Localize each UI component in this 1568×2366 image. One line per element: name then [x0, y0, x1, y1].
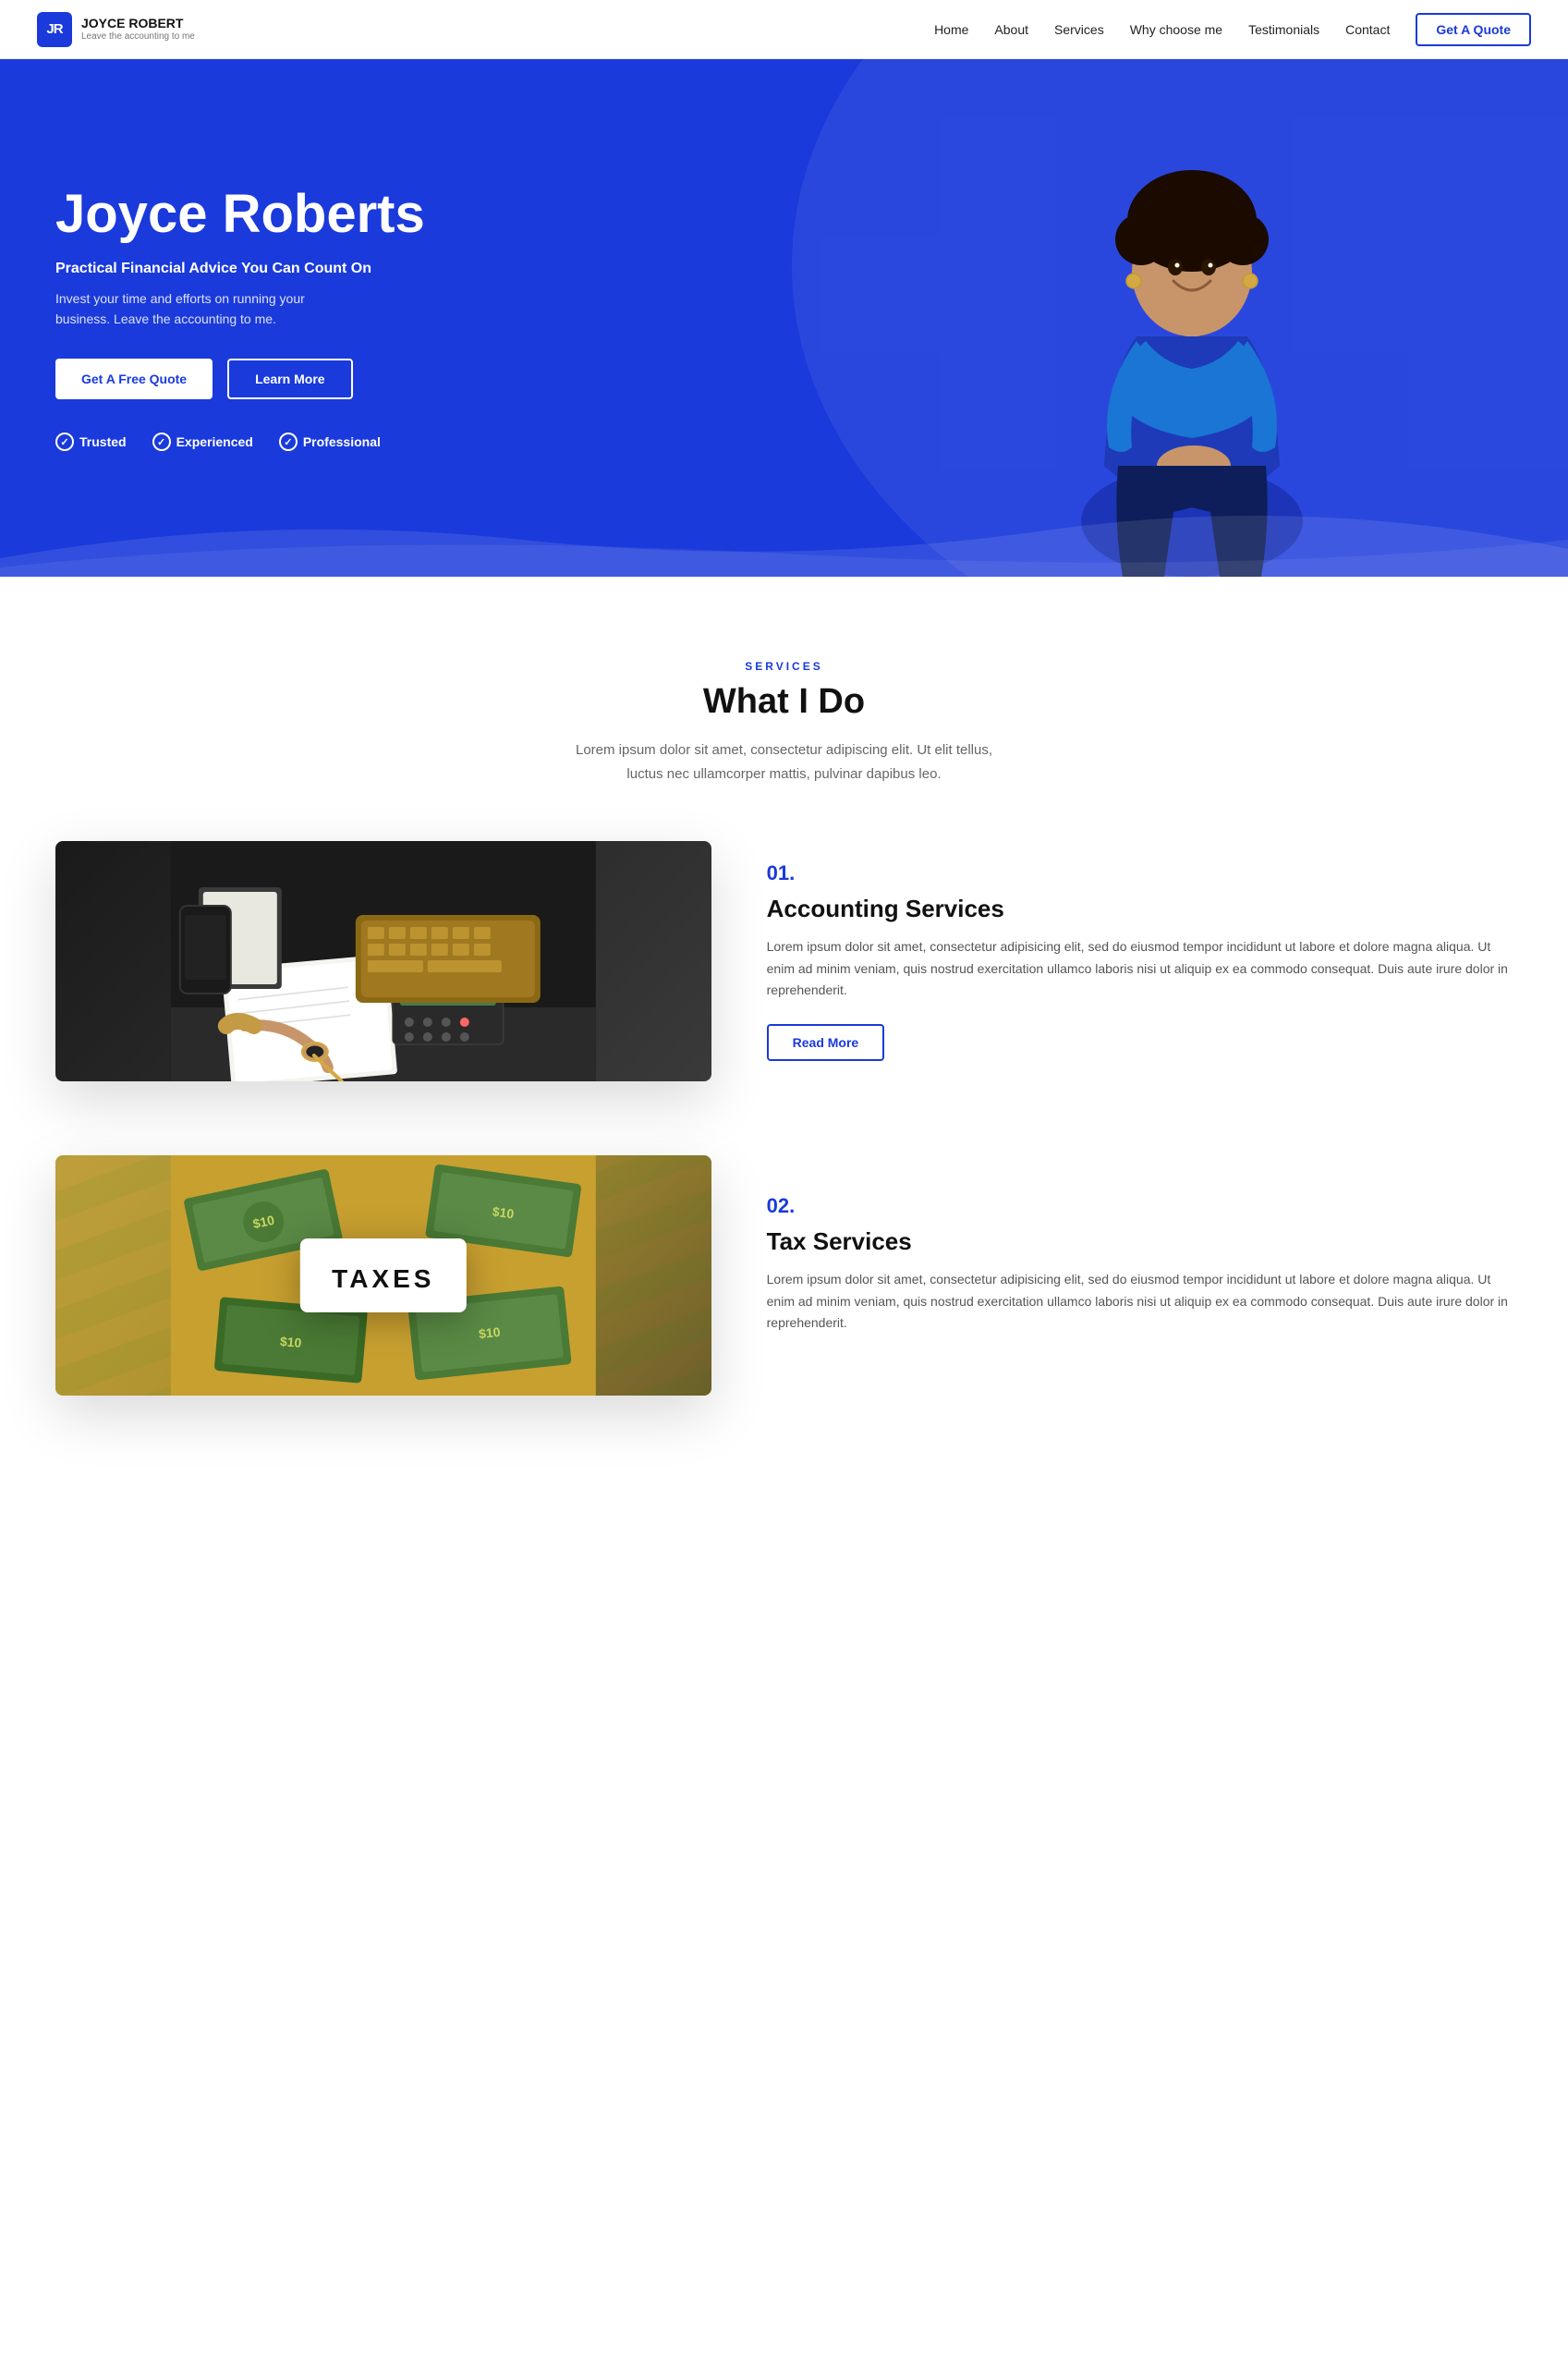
accounting-desk-scene: 1234	[55, 841, 711, 1081]
hero-badges: ✓ Trusted ✓ Experienced ✓ Professional	[55, 433, 807, 451]
nav-link-services[interactable]: Services	[1054, 22, 1104, 37]
nav-get-quote-button[interactable]: Get A Quote	[1416, 13, 1531, 46]
trusted-check-icon: ✓	[55, 433, 74, 451]
hero-buttons: Get A Free Quote Learn More	[55, 359, 807, 399]
tax-service-name: Tax Services	[767, 1227, 1513, 1256]
accounting-service-name: Accounting Services	[767, 895, 1513, 923]
brand-tagline: Leave the accounting to me	[81, 31, 195, 42]
taxes-scene: $10 $10 $10 $10 TAXES	[55, 1155, 711, 1396]
hero-name: Joyce Roberts	[55, 185, 807, 244]
nav-link-why[interactable]: Why choose me	[1130, 22, 1222, 37]
get-free-quote-button[interactable]: Get A Free Quote	[55, 359, 213, 399]
badge-experienced: ✓ Experienced	[152, 433, 253, 451]
accounting-service-text: Lorem ipsum dolor sit amet, consectetur …	[767, 936, 1513, 1002]
professional-label: Professional	[303, 434, 381, 449]
service-row-accounting: 1234	[55, 841, 1513, 1081]
nav-link-contact[interactable]: Contact	[1345, 22, 1390, 37]
trusted-label: Trusted	[79, 434, 127, 449]
taxes-image-placeholder: $10 $10 $10 $10 TAXES	[55, 1155, 711, 1396]
logo-icon: JR	[37, 12, 72, 47]
logo-text: JOYCE ROBERT Leave the accounting to me	[81, 17, 195, 41]
professional-check-icon: ✓	[279, 433, 298, 451]
accounting-service-image: 1234	[55, 841, 711, 1081]
logo-initials: JR	[46, 21, 62, 37]
hero-content: Joyce Roberts Practical Financial Advice…	[0, 59, 862, 577]
nav-link-about[interactable]: About	[994, 22, 1028, 37]
tax-service-image: $10 $10 $10 $10 TAXES	[55, 1155, 711, 1396]
svg-text:$10: $10	[492, 1203, 516, 1221]
logo: JR JOYCE ROBERT Leave the accounting to …	[37, 12, 195, 47]
nav-link-home[interactable]: Home	[934, 22, 968, 37]
experienced-label: Experienced	[176, 434, 253, 449]
hero-subtitle: Practical Financial Advice You Can Count…	[55, 261, 807, 277]
accounting-read-more-button[interactable]: Read More	[767, 1024, 885, 1061]
service-row-tax: 02. Tax Services Lorem ipsum dolor sit a…	[55, 1155, 1513, 1396]
svg-text:TAXES: TAXES	[332, 1264, 434, 1293]
svg-text:$10: $10	[478, 1324, 501, 1341]
accounting-service-content: 01. Accounting Services Lorem ipsum dolo…	[767, 861, 1513, 1061]
nav-links: Home About Services Why choose me Testim…	[934, 13, 1531, 46]
services-label: SERVICES	[55, 660, 1513, 673]
learn-more-button[interactable]: Learn More	[227, 359, 352, 399]
hero-description: Invest your time and efforts on running …	[55, 288, 351, 330]
services-description: Lorem ipsum dolor sit amet, consectetur …	[563, 738, 1006, 786]
hero-image-area	[815, 59, 1568, 577]
tax-service-content: 02. Tax Services Lorem ipsum dolor sit a…	[767, 1194, 1513, 1357]
hero-section: Joyce Roberts Practical Financial Advice…	[0, 59, 1568, 577]
navbar: JR JOYCE ROBERT Leave the accounting to …	[0, 0, 1568, 59]
badge-trusted: ✓ Trusted	[55, 433, 127, 451]
hero-person-illustration	[1016, 78, 1367, 577]
brand-name: JOYCE ROBERT	[81, 17, 195, 30]
accounting-image-placeholder: 1234	[55, 841, 711, 1081]
tax-service-number: 02.	[767, 1194, 1513, 1218]
badge-professional: ✓ Professional	[279, 433, 381, 451]
svg-text:$10: $10	[279, 1334, 302, 1350]
services-section: SERVICES What I Do Lorem ipsum dolor sit…	[0, 577, 1568, 1525]
services-title: What I Do	[55, 682, 1513, 722]
accounting-service-number: 01.	[767, 861, 1513, 885]
experienced-check-icon: ✓	[152, 433, 171, 451]
tax-service-text: Lorem ipsum dolor sit amet, consectetur …	[767, 1269, 1513, 1335]
nav-link-testimonials[interactable]: Testimonials	[1248, 22, 1319, 37]
